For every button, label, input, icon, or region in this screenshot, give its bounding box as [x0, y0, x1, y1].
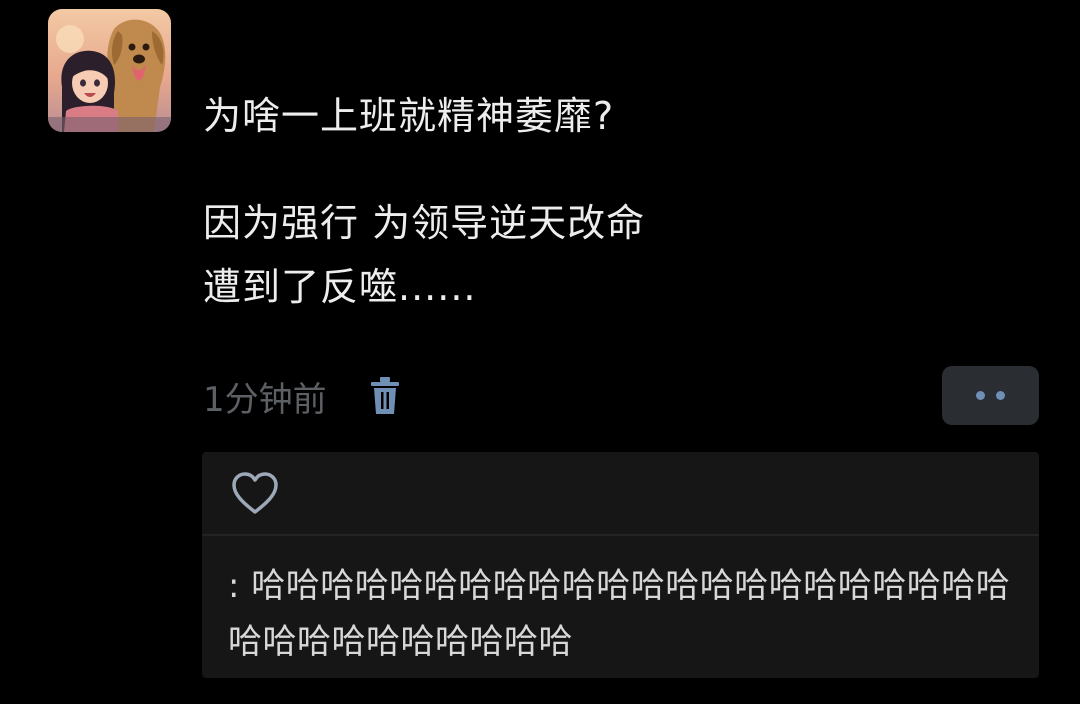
post-line-2: 因为强行 为领导逆天改命	[203, 201, 646, 245]
post-line-1: 为啥一上班就精神萎靡?	[203, 94, 615, 138]
avatar-image	[48, 9, 171, 132]
interaction-panel: : 哈哈哈哈哈哈哈哈哈哈哈哈哈哈哈哈哈哈哈哈哈哈哈哈哈哈哈哈哈哈哈哈	[202, 452, 1039, 678]
avatar[interactable]	[48, 9, 171, 132]
more-dots-icon	[996, 391, 1005, 400]
comment-item[interactable]: : 哈哈哈哈哈哈哈哈哈哈哈哈哈哈哈哈哈哈哈哈哈哈哈哈哈哈哈哈哈哈哈哈	[202, 536, 1039, 670]
more-dots-icon	[976, 391, 985, 400]
post-line-3: 遭到了反噬......	[203, 265, 477, 309]
comment-text: 哈哈哈哈哈哈哈哈哈哈哈哈哈哈哈哈哈哈哈哈哈哈哈哈哈哈哈哈哈哈哈哈	[228, 566, 1011, 662]
likes-row	[202, 452, 1039, 536]
more-button[interactable]	[942, 366, 1039, 425]
post-text: 为啥一上班就精神萎靡? 因为强行 为领导逆天改命 遭到了反噬......	[203, 84, 1043, 319]
heart-icon[interactable]	[230, 470, 280, 516]
post-card: 为啥一上班就精神萎靡? 因为强行 为领导逆天改命 遭到了反噬...... 1分钟…	[0, 0, 1080, 704]
comment-author-separator: :	[228, 566, 240, 606]
post-time: 1分钟前	[203, 379, 327, 420]
post-meta: 1分钟前	[203, 372, 403, 420]
trash-icon[interactable]	[367, 374, 403, 418]
